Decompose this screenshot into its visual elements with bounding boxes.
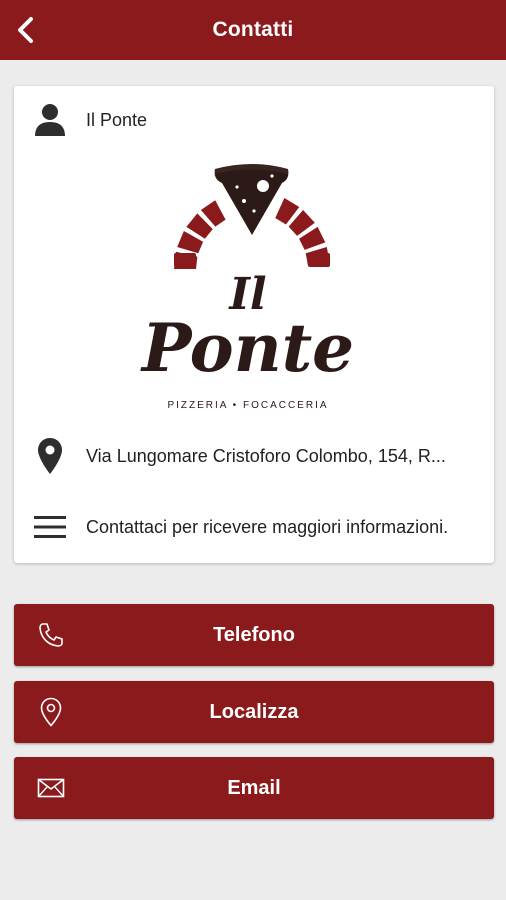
logo-tagline: PIZZERIA • FOCACCERIA — [167, 400, 328, 411]
email-button[interactable]: Email — [14, 757, 494, 819]
address-row[interactable]: Via Lungomare Cristoforo Colombo, 154, R… — [14, 426, 494, 486]
restaurant-logo: Il Ponte PIZZERIA • FOCACCERIA — [112, 161, 392, 421]
chevron-left-icon — [18, 17, 33, 43]
logo-line2: Ponte — [140, 309, 354, 387]
location-pin-icon — [40, 697, 62, 727]
app-header: Contatti — [0, 0, 506, 60]
business-name-row: Il Ponte — [14, 90, 494, 150]
envelope-icon — [37, 778, 65, 798]
phone-icon — [39, 623, 63, 647]
page-title: Contatti — [212, 18, 294, 41]
email-button-label: Email — [227, 776, 281, 799]
map-pin-icon — [38, 438, 62, 474]
logo-graphic: Il Ponte PIZZERIA • FOCACCERIA — [140, 164, 354, 411]
address-text: Via Lungomare Cristoforo Colombo, 154, R… — [86, 445, 446, 466]
back-button[interactable] — [4, 8, 48, 52]
description-text: Contattaci per ricevere maggiori informa… — [86, 516, 449, 537]
phone-button-label: Telefono — [213, 623, 295, 646]
person-icon — [35, 104, 65, 136]
contact-card: Il Ponte Il Ponte PIZZERIA • FOCACCERIA — [14, 86, 494, 563]
phone-button[interactable]: Telefono — [14, 604, 494, 666]
description-row: Contattaci per ricevere maggiori informa… — [14, 497, 494, 557]
arch-brick — [174, 253, 196, 267]
locate-button[interactable]: Localizza — [14, 681, 494, 743]
locate-button-label: Localizza — [209, 700, 299, 723]
business-name: Il Ponte — [86, 109, 148, 130]
menu-lines-icon — [34, 516, 66, 538]
arch-brick — [308, 253, 330, 267]
